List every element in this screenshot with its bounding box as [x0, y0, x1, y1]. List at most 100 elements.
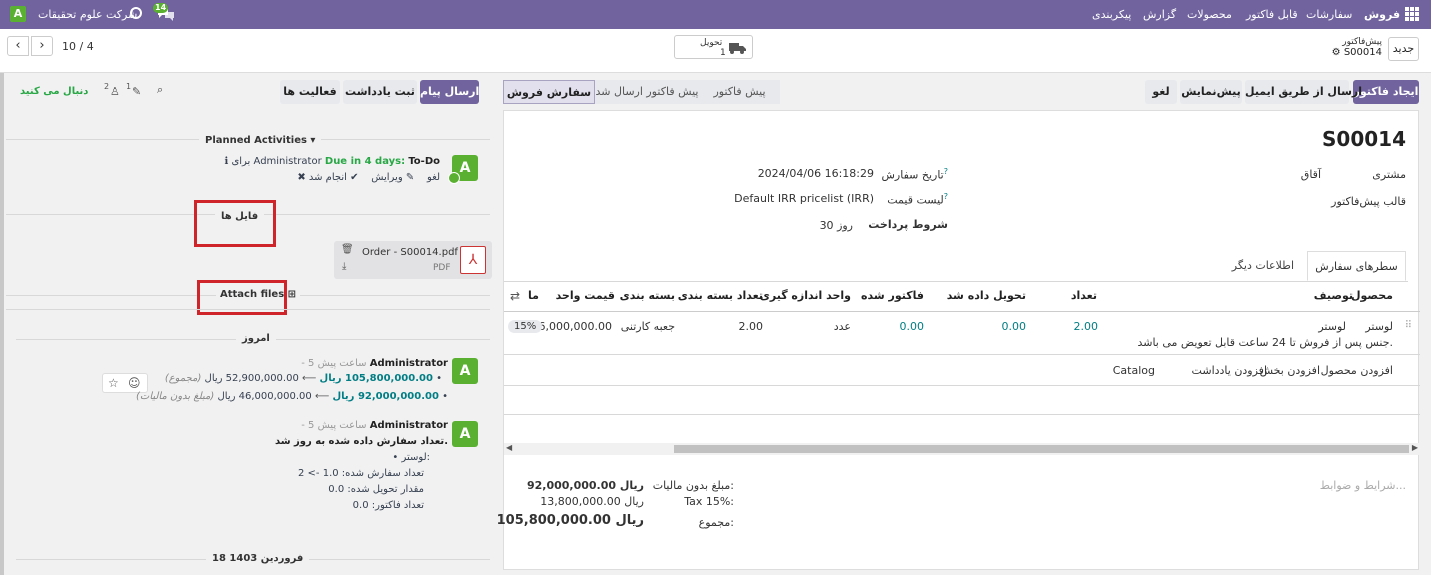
- line-quantity[interactable]: 2.00: [1074, 320, 1099, 333]
- followers-icon[interactable]: ♙: [110, 85, 120, 98]
- pager-value[interactable]: 10 / 4: [62, 40, 94, 53]
- add-section-link[interactable]: افزودن بخش: [1260, 364, 1320, 377]
- payment-terms-value[interactable]: 30 روز: [820, 219, 853, 232]
- scrollbar-thumb[interactable]: [674, 445, 1409, 453]
- message-item: • لوستر:: [392, 452, 430, 463]
- preview-button[interactable]: پیش‌نمایش: [1180, 80, 1242, 104]
- company-name[interactable]: شرکت علوم تحقیقات: [38, 8, 137, 21]
- add-product-link[interactable]: افزودن محصول: [1321, 364, 1393, 377]
- star-icon[interactable]: ☆: [108, 376, 119, 390]
- pricelist-value[interactable]: Default IRR pricelist (IRR): [734, 192, 874, 205]
- horizontal-scrollbar[interactable]: ◀ ▶: [504, 443, 1420, 455]
- attachment-card[interactable]: ⅄ Order - S00014.pdf PDF 🗑 ⤓: [334, 241, 492, 279]
- total-label: مجموع:: [698, 516, 734, 529]
- message-author[interactable]: Administrator: [370, 358, 448, 369]
- table-row[interactable]: ⠿ لوستر لوستر جنس پس از فروش تا 24 ساعت …: [504, 312, 1420, 354]
- cancel-button[interactable]: لغو: [1145, 80, 1177, 104]
- col-taxes[interactable]: ما: [528, 289, 539, 302]
- stage-quotation-sent[interactable]: پیش فاکتور ارسال شد: [595, 80, 699, 104]
- breadcrumb-record: S00014: [1343, 47, 1382, 58]
- pager-next-button[interactable]: ›: [31, 36, 53, 56]
- delivery-smart-button[interactable]: تحویل 1: [674, 35, 753, 59]
- message-author[interactable]: Administrator: [370, 420, 448, 431]
- customer-value[interactable]: آقاق: [1301, 168, 1321, 181]
- new-button[interactable]: جدید: [1388, 37, 1419, 61]
- untaxed-value: 92,000,000.00 ریال: [526, 479, 644, 492]
- untaxed-label: مبلغ بدون مالیات:: [652, 479, 734, 492]
- menu-reporting[interactable]: گزارش: [1143, 8, 1176, 21]
- line-delivered[interactable]: 0.00: [1002, 320, 1027, 333]
- tax-badge[interactable]: 15%: [508, 320, 543, 333]
- col-packaging-qty[interactable]: تعداد بسته بندی: [678, 289, 763, 302]
- add-note-link[interactable]: افزودن یادداشت: [1192, 364, 1267, 377]
- file-name[interactable]: Order - S00014.pdf: [362, 247, 458, 258]
- line-packaging[interactable]: جعبه کارتنی: [621, 320, 675, 333]
- col-unit-price[interactable]: قیمت واحد: [556, 289, 615, 302]
- line-uom[interactable]: عدد: [834, 320, 851, 333]
- stage-quotation[interactable]: پیش فاکتور: [699, 80, 780, 104]
- avatar: A: [452, 358, 478, 384]
- activities-button[interactable]: فعالیت ها: [280, 80, 340, 104]
- gear-icon[interactable]: ⚙: [1332, 47, 1341, 58]
- totals-box: مبلغ بدون مالیات: 92,000,000.00 ریال Tax…: [497, 473, 734, 543]
- delivery-count: 1: [720, 48, 726, 58]
- col-quantity[interactable]: تعداد: [1071, 289, 1097, 302]
- line-desc-title[interactable]: لوستر: [1318, 320, 1346, 333]
- trash-icon[interactable]: 🗑: [341, 244, 354, 255]
- attachment-icon[interactable]: ✎: [132, 85, 141, 98]
- line-product[interactable]: لوستر: [1365, 320, 1393, 333]
- menu-orders[interactable]: سفارشات: [1306, 8, 1352, 21]
- record-name: S00014: [1322, 127, 1406, 151]
- log-note-button[interactable]: ثبت یادداشت: [343, 80, 417, 104]
- drag-handle-icon[interactable]: ⠿: [1405, 320, 1412, 331]
- line-desc-note[interactable]: جنس پس از فروش تا 24 ساعت قابل تعویض می …: [1137, 336, 1393, 349]
- activity-for: برای Administrator: [231, 156, 322, 167]
- tab-other-info[interactable]: اطلاعات دیگر: [1232, 259, 1294, 272]
- highlight-files-header: [194, 200, 276, 247]
- file-type: PDF: [433, 263, 451, 273]
- col-invoiced[interactable]: فاکتور شده: [861, 289, 924, 302]
- send-message-button[interactable]: ارسال پیام: [420, 80, 479, 104]
- clock-icon[interactable]: [130, 7, 142, 19]
- col-description[interactable]: توصیف: [1314, 289, 1353, 302]
- tab-order-lines[interactable]: سطرهای سفارش: [1307, 251, 1406, 281]
- menu-products[interactable]: محصولات: [1187, 8, 1232, 21]
- order-date-value[interactable]: 2024/04/06 16:18:29: [758, 167, 874, 180]
- stage-sales-order[interactable]: سفارش فروش: [503, 80, 595, 104]
- send-by-email-button[interactable]: ارسال از طریق ایمیل: [1245, 80, 1362, 104]
- planned-activities-toggle[interactable]: Planned Activities ▾: [199, 135, 322, 146]
- page-scrollbar[interactable]: [0, 73, 4, 575]
- create-invoice-button[interactable]: ایجاد فاکتور: [1353, 80, 1419, 104]
- line-unit-price[interactable]: 46,000,000.00: [532, 320, 612, 333]
- apps-menu-icon[interactable]: [1405, 7, 1419, 21]
- line-invoiced[interactable]: 0.00: [900, 320, 925, 333]
- activity-info-icon[interactable]: ℹ: [224, 156, 228, 167]
- pager-previous-button[interactable]: ‹: [7, 36, 29, 56]
- activity-edit-link[interactable]: ✎ ویرایش: [371, 172, 414, 183]
- download-icon[interactable]: ⤓: [342, 261, 346, 272]
- breadcrumb-parent[interactable]: پیش‌فاکتور: [1330, 37, 1382, 47]
- line-packaging-qty[interactable]: 2.00: [739, 320, 764, 333]
- date-divider: 18 فروردین 1403: [206, 553, 310, 564]
- column-settings-icon[interactable]: ⇄: [510, 289, 520, 303]
- tracking-line: (مبلغ بدون مالیات) 92,000,000.00 ریال ⟵ …: [136, 391, 448, 402]
- add-reaction-icon[interactable]: ☺: [128, 376, 141, 390]
- menu-sales[interactable]: فروش: [1364, 8, 1400, 21]
- attachments-count: 2: [104, 82, 110, 91]
- activity-done-link[interactable]: ✔ انجام شد: [309, 172, 359, 183]
- menu-configuration[interactable]: پیکربندی: [1092, 8, 1131, 21]
- catalog-link[interactable]: Catalog: [1113, 364, 1155, 377]
- col-uom[interactable]: واحد اندازه گیری: [760, 289, 851, 302]
- col-packaging[interactable]: بسته بندی: [620, 289, 675, 302]
- terms-field[interactable]: شرایط و ضوابط...: [1320, 479, 1406, 492]
- col-delivered[interactable]: تحویل داده شد: [947, 289, 1026, 302]
- search-icon[interactable]: ⌕: [157, 83, 163, 97]
- tracking-line: (مجموع) 105,800,000.00 ریال ⟵ 52,900,000…: [164, 373, 442, 384]
- message-actions: ☆ ☺: [102, 373, 148, 393]
- date-divider-today: امروز: [236, 333, 276, 344]
- col-product[interactable]: محصول: [1351, 289, 1393, 302]
- menu-to-invoice[interactable]: قابل فاکتور: [1246, 8, 1298, 21]
- user-avatar[interactable]: A: [10, 6, 26, 22]
- activity-actions: ✖ لغو ✎ ویرایش ✔ انجام شد: [276, 172, 440, 183]
- following-button[interactable]: دنبال می کنید: [20, 86, 88, 97]
